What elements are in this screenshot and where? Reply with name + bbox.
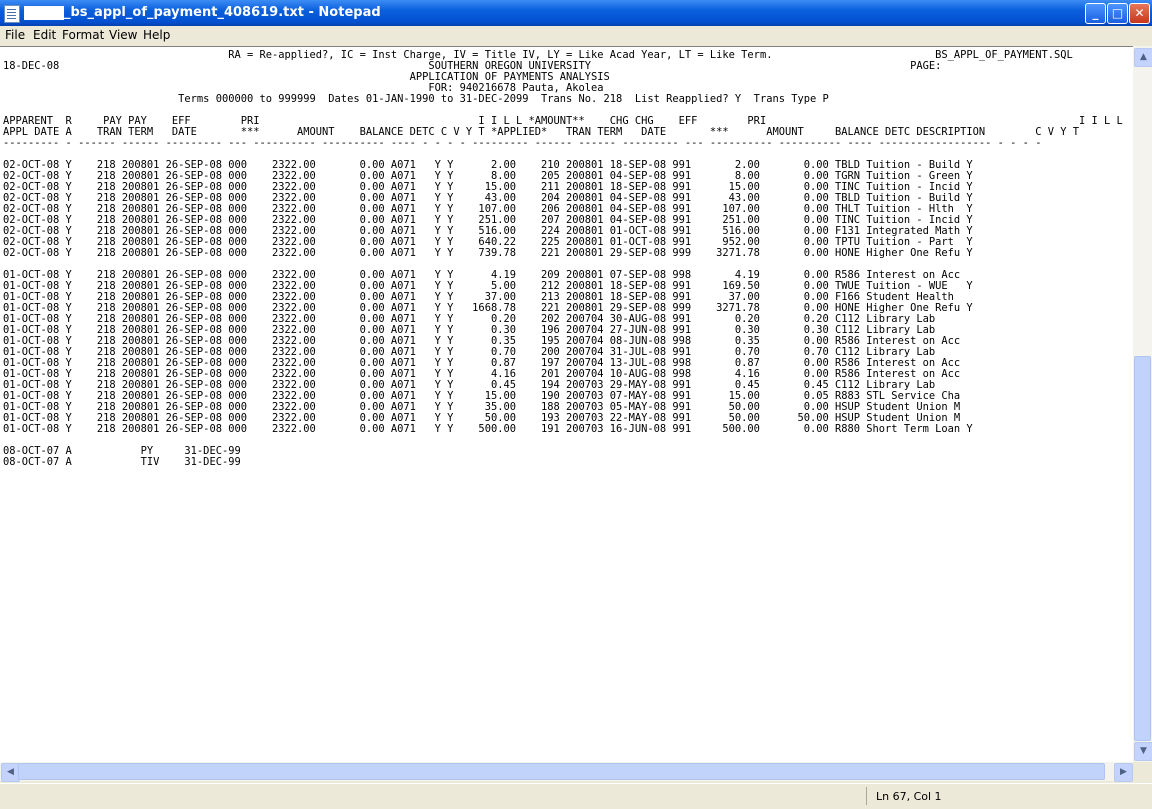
text-editor[interactable]: RA = Re-applied?, IC = Inst Charge, IV =… bbox=[0, 46, 1133, 763]
menu-help[interactable]: Help bbox=[143, 28, 170, 42]
close-button[interactable]: ✕ bbox=[1129, 3, 1150, 24]
notepad-icon bbox=[4, 5, 20, 23]
horizontal-scroll-thumb[interactable] bbox=[18, 763, 1105, 780]
maximize-icon: □ bbox=[1111, 6, 1124, 20]
minimize-button[interactable]: _ bbox=[1085, 3, 1106, 24]
menu-edit[interactable]: Edit bbox=[33, 28, 56, 42]
redacted-filename-block bbox=[24, 6, 64, 20]
menu-format[interactable]: Format bbox=[62, 28, 104, 42]
close-icon: ✕ bbox=[1134, 6, 1145, 20]
status-bar: Ln 67, Col 1 bbox=[0, 783, 1152, 809]
vertical-scrollbar[interactable]: ▲ ▼ bbox=[1133, 46, 1152, 762]
vertical-scroll-thumb[interactable] bbox=[1134, 356, 1151, 741]
arrow-right-icon: ▶ bbox=[1120, 767, 1127, 777]
window-title: _bs_appl_of_payment_408619.txt - Notepad bbox=[64, 5, 381, 20]
document-text[interactable]: RA = Re-applied?, IC = Inst Charge, IV =… bbox=[3, 50, 1123, 763]
scrollbar-corner bbox=[1133, 762, 1152, 781]
arrow-up-icon: ▲ bbox=[1140, 52, 1147, 62]
horizontal-scrollbar[interactable]: ◀ ▶ bbox=[0, 762, 1133, 782]
menu-file[interactable]: File bbox=[5, 28, 25, 42]
status-separator bbox=[866, 787, 867, 805]
cursor-position: Ln 67, Col 1 bbox=[876, 790, 942, 803]
arrow-down-icon: ▼ bbox=[1140, 746, 1147, 756]
minimize-icon: _ bbox=[1092, 6, 1099, 20]
menu-bar: File Edit Format View Help bbox=[0, 26, 1152, 45]
scroll-up-button[interactable]: ▲ bbox=[1134, 48, 1152, 67]
title-bar[interactable]: _bs_appl_of_payment_408619.txt - Notepad… bbox=[0, 0, 1152, 26]
maximize-button[interactable]: □ bbox=[1107, 3, 1128, 24]
arrow-left-icon: ◀ bbox=[7, 767, 14, 777]
scroll-right-button[interactable]: ▶ bbox=[1114, 763, 1133, 782]
menu-view[interactable]: View bbox=[109, 28, 137, 42]
scroll-down-button[interactable]: ▼ bbox=[1134, 742, 1152, 761]
